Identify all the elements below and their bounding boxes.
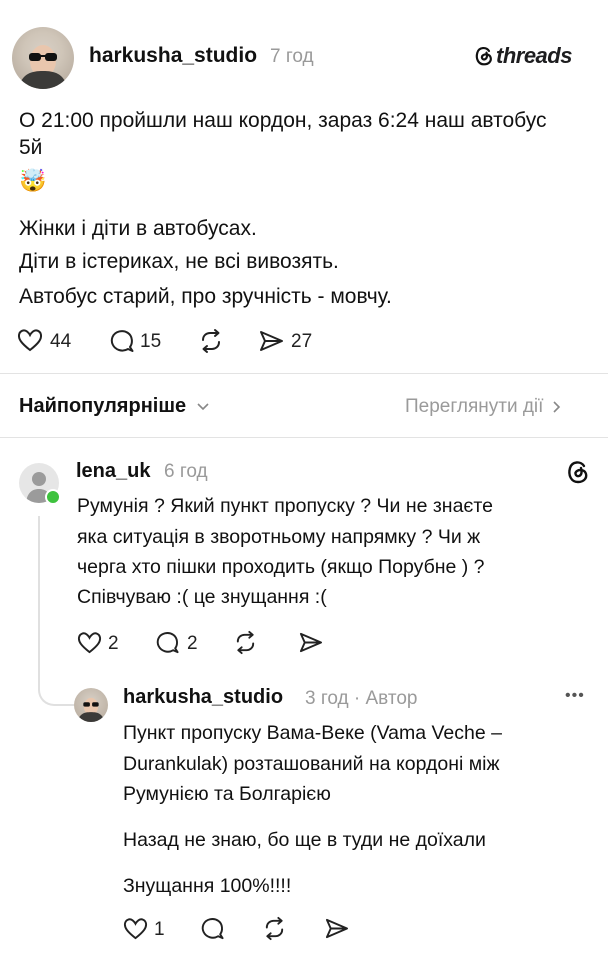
- heart-icon: [17, 329, 43, 352]
- author-reply-avatar[interactable]: [74, 688, 108, 722]
- reply-repost-button[interactable]: [233, 630, 258, 655]
- divider: [0, 437, 608, 438]
- reply2-share-button[interactable]: [324, 917, 349, 940]
- repost-icon: [202, 329, 220, 353]
- author-username[interactable]: harkusha_studio: [89, 44, 257, 68]
- post-text-line: 5й: [19, 136, 43, 159]
- online-status-badge: [45, 489, 61, 505]
- avatar-face-icon: [77, 697, 105, 722]
- sort-label: Найпопулярніше: [19, 395, 187, 417]
- comment-icon: [201, 918, 224, 940]
- like-count: 44: [50, 331, 72, 352]
- reply-like-count: 2: [108, 633, 119, 654]
- reply-text-line: Співчуваю :( це знущання :(: [77, 586, 327, 608]
- heart-icon: [77, 632, 102, 654]
- post-text-line: Діти в істериках, не всі вивозять.: [19, 250, 339, 273]
- comment-button[interactable]: [109, 328, 135, 354]
- comment-icon: [110, 330, 134, 352]
- chevron-right-icon: [553, 401, 561, 413]
- comment-icon: [156, 632, 179, 654]
- view-activity-link[interactable]: Переглянути дії: [405, 396, 562, 418]
- reply-text-line: Назад не знаю, бо ще в туди не доїхали: [123, 829, 486, 851]
- author-avatar[interactable]: [12, 27, 74, 89]
- reply2-repost-button[interactable]: [262, 916, 287, 941]
- share-count: 27: [291, 331, 313, 352]
- reply-username[interactable]: lena_uk: [76, 460, 150, 483]
- reply-text-line: черга хто пішки проходить (якщо Порубне …: [77, 556, 485, 578]
- divider: [0, 373, 608, 374]
- reply-time: 6 год: [164, 461, 208, 482]
- repost-icon: [236, 630, 255, 655]
- threads-wordmark: threads: [496, 43, 572, 68]
- reply-text-line: Румунія ? Який пункт пропуску ? Чи не зн…: [77, 495, 493, 517]
- send-icon: [260, 331, 283, 351]
- post-text-line: Автобус старий, про зручність - мовчу.: [19, 285, 392, 308]
- reply-like-button[interactable]: [77, 631, 102, 654]
- heart-icon: [123, 918, 148, 940]
- post-text-line: О 21:00 пройшли наш кордон, зараз 6:24 н…: [19, 109, 547, 132]
- like-button[interactable]: [17, 328, 43, 352]
- share-button[interactable]: [258, 329, 284, 353]
- comment-count: 15: [140, 331, 162, 352]
- repost-button[interactable]: [198, 328, 224, 354]
- threads-reply-icon: [566, 459, 590, 485]
- reply-username[interactable]: harkusha_studio: [123, 686, 283, 709]
- reply2-like-button[interactable]: [123, 917, 148, 940]
- post-text-line: Жінки і діти в автобусах.: [19, 217, 257, 240]
- view-activity-label: Переглянути дії: [405, 396, 544, 417]
- reply-text-line: Пункт пропуску Вама-Веке (Vama Veche –: [123, 722, 502, 744]
- reply2-comment-button[interactable]: [200, 916, 225, 941]
- avatar-face-icon: [18, 45, 68, 89]
- reply-text-line: Знущання 100%!!!!: [123, 875, 292, 897]
- reply-comment-button[interactable]: [155, 630, 180, 655]
- sort-dropdown[interactable]: Найпопулярніше: [19, 395, 210, 418]
- reply-time: 3 год · Автор: [305, 688, 418, 709]
- repost-icon: [265, 916, 284, 941]
- post-time: 7 год: [270, 46, 314, 67]
- more-options-button[interactable]: •••: [565, 687, 585, 705]
- reply-text-line: яка ситуація в зворотньому напрямку ? Чи…: [77, 526, 481, 548]
- reply-comment-count: 2: [187, 633, 198, 654]
- reply-share-button[interactable]: [298, 631, 323, 654]
- reply-text-line: Румунією та Болгарією: [123, 783, 331, 805]
- thread-line: [38, 516, 40, 686]
- threads-icon: [475, 47, 492, 66]
- chevron-down-icon: [197, 403, 209, 411]
- thread-connector: [38, 684, 74, 706]
- reply-text-line: Durankulak) розташований на кордоні між: [123, 753, 500, 775]
- threads-logo: threads: [474, 43, 572, 69]
- send-icon: [325, 918, 348, 939]
- reply2-like-count: 1: [154, 919, 165, 940]
- threads-icon: [568, 461, 588, 484]
- post-emoji: 🤯: [19, 168, 47, 193]
- send-icon: [299, 632, 322, 653]
